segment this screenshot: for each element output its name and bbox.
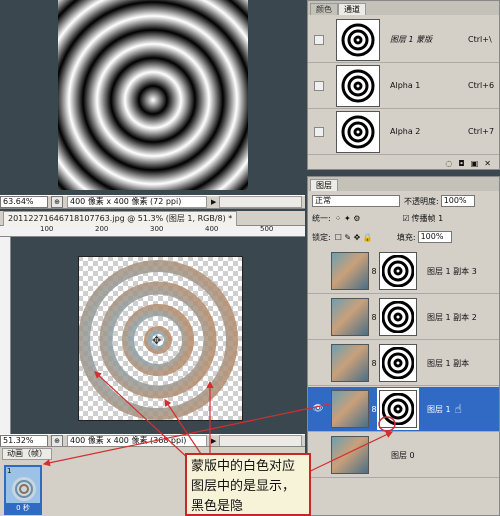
annotation-arrows [42, 371, 396, 477]
annotation-note: 蒙版中的白色对应图层中的是显示，黑色是隐 [185, 453, 311, 516]
